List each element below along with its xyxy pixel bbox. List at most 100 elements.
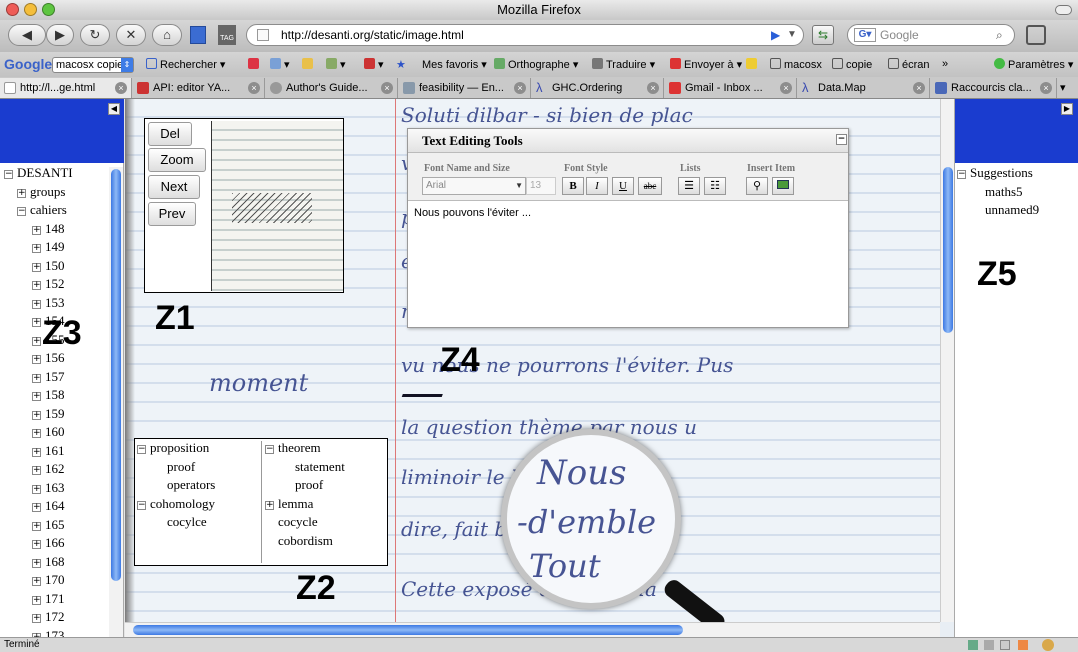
expand-icon[interactable]: + [32,410,41,420]
tree-node-cahier[interactable]: +172 [4,608,73,627]
expand-icon[interactable]: + [17,188,26,198]
expand-icon[interactable]: + [32,577,41,586]
go-arrow-icon[interactable]: ▶ [771,25,780,45]
prev-button[interactable]: Prev [148,202,196,226]
overflow-chevron[interactable]: » [942,58,948,70]
macosx-button[interactable]: macosx [770,58,822,71]
z2-tag-child[interactable]: statement [265,458,345,477]
close-tab-icon[interactable]: × [248,82,260,94]
del-button[interactable]: Del [148,122,192,146]
tab[interactable]: Gmail - Inbox ... × [665,78,797,98]
close-tab-icon[interactable]: × [780,82,792,94]
expand-icon[interactable]: + [32,262,41,272]
collapse-icon[interactable]: − [4,170,13,179]
tree-node-cahier[interactable]: +149 [4,238,73,257]
orthographe-button[interactable]: Orthographe ▾ [494,58,578,71]
insert-image-button[interactable] [772,177,794,195]
z2-tag-node[interactable]: cocycle [265,513,345,532]
z2-tag-node[interactable]: + lemma [265,495,345,514]
tree-node-cahier[interactable]: +170 [4,571,73,590]
z2-tag-child[interactable]: proof [265,476,345,495]
expand-icon[interactable]: + [32,558,41,568]
tab[interactable]: API: editor YA... × [133,78,265,98]
magnifier-icon[interactable]: ⌕ [996,25,1003,45]
gmail-icon[interactable]: ▾ [364,58,384,71]
tree-node-cahier[interactable]: +162 [4,460,73,479]
expand-icon[interactable]: + [32,244,41,253]
expand-icon[interactable]: + [32,429,41,438]
numbered-list-button[interactable]: ☷ [704,177,726,195]
tree-node-cahier[interactable]: +166 [4,534,73,553]
expand-icon[interactable]: + [32,318,41,327]
url-field[interactable]: http://desanti.org/static/image.html ▶ ▼ [246,24,804,46]
expand-icon[interactable]: + [32,447,41,457]
ecran-button[interactable]: écran [888,58,930,71]
google-engine-icon[interactable]: G▾ [854,28,876,42]
z2-divider[interactable] [261,441,262,563]
insert-link-button[interactable]: ⚲ [746,177,768,195]
popup-blocker-icon[interactable]: ▾ [270,58,290,71]
expand-icon[interactable]: + [32,336,41,346]
expand-icon[interactable]: + [32,484,41,494]
tree-node-cahier[interactable]: +161 [4,442,73,461]
page-thumbnail[interactable] [211,121,343,291]
close-window-icon[interactable] [6,3,19,16]
zoom-button[interactable]: Zoom [148,148,206,172]
expand-icon[interactable]: + [32,281,41,290]
close-tab-icon[interactable]: × [1040,82,1052,94]
editor-collapse-icon[interactable]: − [836,134,847,145]
expand-icon[interactable]: + [32,466,41,475]
autofill-icon[interactable] [302,58,316,71]
left-scrollbar[interactable] [109,167,123,637]
collapse-left-icon[interactable]: ◀ [108,103,120,115]
tree-node-cahier[interactable]: +148 [4,220,73,239]
strikethrough-button[interactable]: abc [638,177,662,195]
collapse-right-icon[interactable]: ▶ [1061,103,1073,115]
z2-tag-child[interactable]: cocylce [137,513,215,532]
back-button[interactable]: ◀ [8,24,46,46]
tree-node-cahier[interactable]: +153 [4,294,73,313]
collapse-icon[interactable]: − [957,170,966,179]
tree-node-cahier[interactable]: +160 [4,423,73,442]
sidebar-toggle-icon[interactable]: ⇆ [812,25,834,45]
italic-button[interactable]: I [586,177,608,195]
expand-icon[interactable]: + [32,614,41,623]
traduire-button[interactable]: Traduire ▾ [592,58,655,71]
tree-node-cahier[interactable]: +163 [4,479,73,498]
stop-button[interactable]: ✕ [116,24,146,46]
close-tab-icon[interactable]: × [514,82,526,94]
tree-node-cahier[interactable]: +152 [4,275,73,294]
font-name-select[interactable]: Arial ▼ [422,177,526,195]
tree-root[interactable]: − DESANTI [4,164,73,183]
suggestion-item[interactable]: unnamed9 [957,201,1039,220]
zoom-window-icon[interactable] [42,3,55,16]
google-query-select[interactable]: macosx copie ⇕ [52,57,134,73]
expand-icon[interactable]: + [32,225,41,235]
minimize-window-icon[interactable] [24,3,37,16]
copie-button[interactable]: copie [832,58,872,71]
tag-icon[interactable]: TAG [218,25,236,45]
google-search-button[interactable]: Rechercher ▾ [146,58,225,71]
extension-icon[interactable] [1042,639,1054,651]
search-field[interactable]: G▾ Google ⌕ [847,24,1015,46]
editor-content[interactable]: Nous pouvons l'éviter ... [414,207,531,219]
parametres-button[interactable]: Paramètres ▾ [994,58,1073,71]
expand-icon[interactable]: + [32,373,41,383]
bookmarks-star-button[interactable]: ★ [396,58,406,71]
center-vertical-scrollbar[interactable] [940,99,954,622]
expand-icon[interactable]: + [32,521,41,531]
mes-favoris-button[interactable]: Mes favoris ▾ [422,58,487,71]
history-dropdown-icon[interactable]: ▼ [787,25,797,45]
tree-node-cahier[interactable]: +171 [4,590,73,609]
expand-icon[interactable]: + [32,540,41,549]
center-hscroll-thumb[interactable] [133,625,683,635]
tab[interactable]: λ Data.Map × [798,78,930,98]
news-icon[interactable] [248,58,262,71]
z2-tag-node[interactable]: − theorem [265,439,345,458]
puzzle-icon[interactable]: ▾ [326,58,346,71]
tree-node-cahier[interactable]: +157 [4,368,73,387]
toolbar-toggle-icon[interactable] [1055,5,1072,15]
expand-icon[interactable]: + [32,355,41,364]
tab[interactable]: Author's Guide... × [266,78,398,98]
z2-tag-node[interactable]: − cohomology [137,495,215,514]
